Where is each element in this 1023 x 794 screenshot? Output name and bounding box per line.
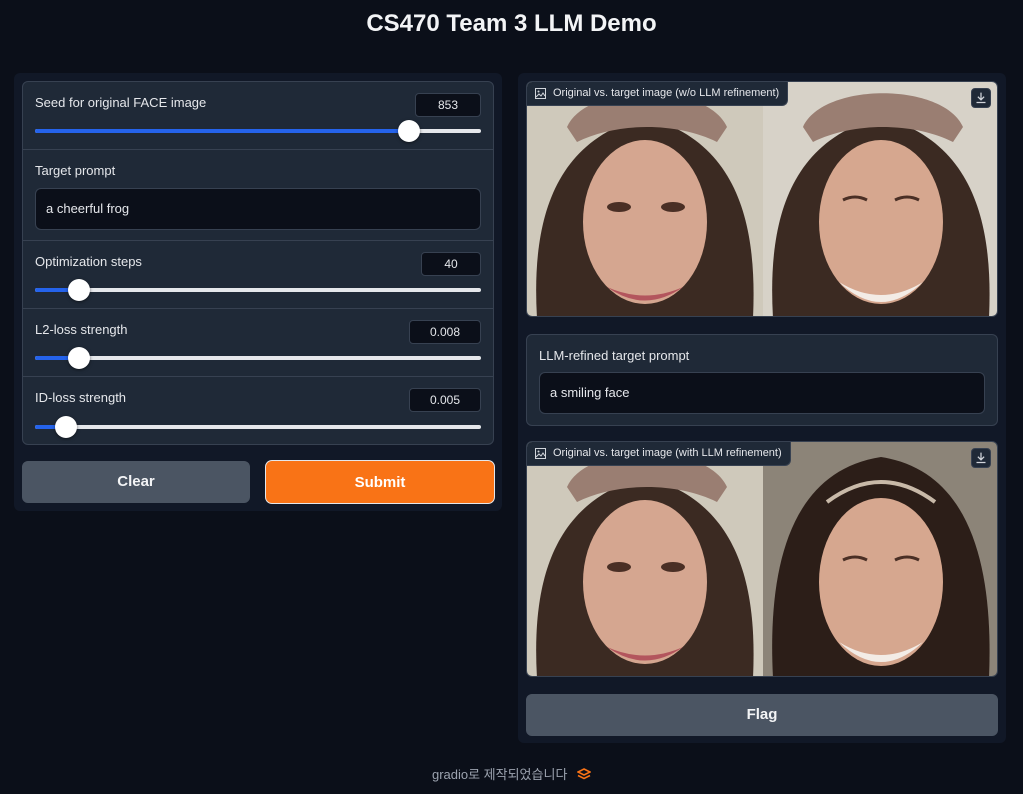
download-button[interactable] — [971, 448, 991, 468]
image-label: Original vs. target image (w/o LLM refin… — [527, 82, 789, 106]
flag-button[interactable]: Flag — [526, 694, 998, 736]
output-image-no-llm: Original vs. target image (w/o LLM refin… — [526, 81, 998, 317]
face-comparison-image — [527, 442, 997, 676]
id-number-input[interactable]: 0.005 — [409, 388, 481, 412]
image-icon — [535, 448, 546, 459]
seed-slider-block: Seed for original FACE image 853 — [23, 82, 493, 150]
l2-label: L2-loss strength — [35, 322, 128, 337]
face-comparison-image — [527, 82, 997, 316]
footer-text[interactable]: gradio로 제작되었습니다 — [432, 767, 567, 782]
download-icon — [976, 452, 986, 464]
steps-slider-thumb[interactable] — [67, 279, 90, 301]
refined-prompt-label: LLM-refined target prompt — [539, 348, 690, 363]
submit-button[interactable]: Submit — [266, 461, 494, 503]
l2-number-input[interactable]: 0.008 — [409, 320, 481, 344]
gradio-logo-icon — [577, 768, 592, 780]
download-button[interactable] — [971, 88, 991, 108]
l2-slider-track[interactable] — [35, 347, 481, 369]
page-title: CS470 Team 3 LLM Demo — [366, 10, 657, 37]
steps-label: Optimization steps — [35, 254, 142, 269]
image-label: Original vs. target image (with LLM refi… — [527, 442, 791, 466]
id-slider-block: ID-loss strength 0.005 — [23, 377, 493, 444]
seed-slider-thumb[interactable] — [397, 120, 420, 142]
steps-slider-block: Optimization steps 40 — [23, 241, 493, 309]
llm-refined-prompt-panel: LLM-refined target prompt a smiling face — [526, 334, 998, 426]
footer: gradio로 제작되었습니다 — [0, 764, 1023, 783]
id-slider-thumb[interactable] — [54, 416, 77, 438]
seed-number-input[interactable]: 853 — [415, 93, 481, 117]
download-icon — [976, 92, 986, 104]
id-label: ID-loss strength — [35, 390, 127, 405]
target-prompt-block: Target prompt a cheerful frog — [23, 150, 493, 241]
target-prompt-input[interactable]: a cheerful frog — [35, 188, 481, 230]
image-icon — [535, 88, 546, 99]
clear-button[interactable]: Clear — [22, 461, 250, 503]
steps-slider-track[interactable] — [35, 279, 481, 301]
output-column: Original vs. target image (w/o LLM refin… — [518, 73, 1006, 743]
target-prompt-label: Target prompt — [35, 163, 116, 178]
input-column: Seed for original FACE image 853 Target … — [14, 73, 502, 511]
l2-slider-thumb[interactable] — [67, 347, 90, 369]
seed-slider-track[interactable] — [35, 120, 481, 142]
refined-prompt-output[interactable]: a smiling face — [539, 372, 985, 414]
output-image-with-llm: Original vs. target image (with LLM refi… — [526, 441, 998, 677]
steps-number-input[interactable]: 40 — [421, 252, 481, 276]
id-slider-track[interactable] — [35, 416, 481, 438]
seed-slider-fill — [35, 129, 409, 133]
l2-slider-block: L2-loss strength 0.008 — [23, 309, 493, 377]
seed-label: Seed for original FACE image — [35, 95, 207, 110]
input-form: Seed for original FACE image 853 Target … — [22, 81, 494, 445]
